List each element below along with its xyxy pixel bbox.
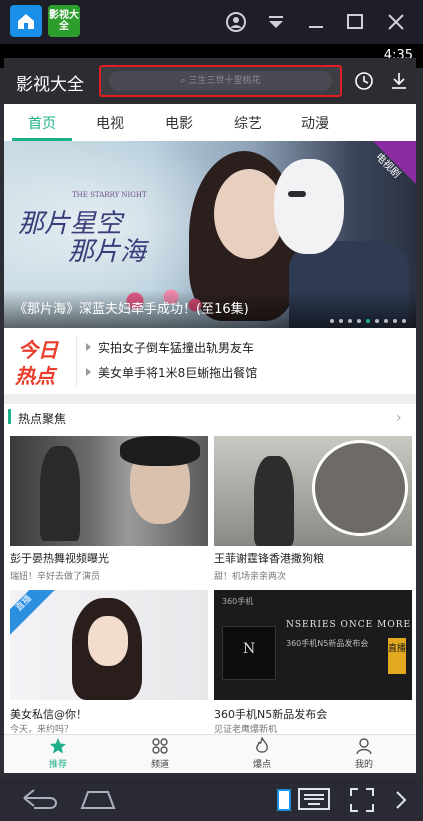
carousel-dot[interactable]: [384, 319, 388, 323]
search-bar[interactable]: ⌕ 三生三世十里桃花: [99, 65, 342, 97]
card-title[interactable]: 王菲谢霆锋香港撒狗粮: [214, 550, 324, 566]
video-thumbnail[interactable]: 360手机 N NSERIES ONCE MORE 360手机N5新品发布会 直…: [214, 590, 412, 700]
news-item[interactable]: 美女单手将1米8巨蜥拖出餐馆: [98, 364, 257, 381]
app-title: 影视大全: [16, 75, 84, 95]
search-placeholder: 三生三世十里桃花: [188, 76, 261, 86]
card-title[interactable]: 360手机N5新品发布会: [214, 706, 327, 722]
dropdown-icon[interactable]: [264, 10, 288, 34]
emulator-home-button[interactable]: [10, 5, 42, 37]
news-bullet-icon: [86, 343, 91, 351]
hot-news-panel: [4, 328, 416, 394]
close-icon[interactable]: [384, 10, 408, 34]
clock-icon[interactable]: [354, 71, 374, 91]
video-thumbnail[interactable]: [214, 436, 412, 546]
chevron-right-icon[interactable]: ›: [396, 410, 402, 426]
emulator-app-tab[interactable]: 影视大全: [48, 5, 80, 37]
carousel-dot-active[interactable]: [366, 319, 370, 323]
carousel-dot[interactable]: [375, 319, 379, 323]
card-subtitle: 甜！机场亲亲两次: [214, 572, 287, 582]
emulator-title-bar: 影视大全: [0, 0, 423, 44]
woman-face: [88, 616, 128, 666]
card-title[interactable]: 美女私信@你！: [10, 706, 87, 722]
tab-tv[interactable]: 电视: [96, 113, 124, 133]
minimize-icon[interactable]: [304, 10, 328, 34]
nav-item-channel[interactable]: 频道: [140, 737, 180, 771]
hot-news-logo-line1: 今日: [18, 338, 58, 362]
poster-subline: 360手机N5新品发布会: [286, 639, 369, 648]
grid-icon: [152, 738, 168, 754]
nav-item-trending[interactable]: 爆点: [242, 737, 282, 771]
video-thumbnail[interactable]: [10, 436, 208, 546]
poster-headline: NSERIES ONCE MORE: [286, 620, 412, 630]
card-subtitle: 瑞妞！辛好去做了演员: [10, 572, 101, 582]
banner-actor-mask: [274, 159, 344, 254]
carousel-dot[interactable]: [348, 319, 352, 323]
news-bullet-icon: [86, 368, 91, 376]
user-icon: [356, 738, 372, 755]
news-item[interactable]: 实拍女子倒车猛撞出轨男友车: [98, 339, 254, 356]
star-icon: [50, 738, 66, 754]
flame-icon: [256, 737, 268, 753]
tab-home[interactable]: 首页: [28, 113, 56, 133]
search-input[interactable]: ⌕ 三生三世十里桃花: [109, 71, 332, 91]
banner-caption[interactable]: 《那片海》深蓝夫妇牵手成功！(至16集): [14, 298, 249, 317]
keyboard-icon[interactable]: [298, 788, 330, 810]
android-nav-bar: [0, 778, 423, 821]
tab-variety[interactable]: 综艺: [234, 113, 262, 133]
section-separator: [4, 394, 416, 404]
live-ribbon: [10, 590, 59, 637]
maximize-icon[interactable]: [343, 10, 367, 34]
account-icon[interactable]: [224, 10, 248, 34]
banner-title-en: THE STARRY NIGHT: [72, 191, 147, 199]
chevron-right-icon[interactable]: [394, 789, 408, 811]
app-header: 影视大全 ⌕ 三生三世十里桃花: [4, 58, 416, 104]
phone-rotate-icon[interactable]: [276, 788, 292, 812]
carousel-dot[interactable]: [393, 319, 397, 323]
carousel-dot[interactable]: [402, 319, 406, 323]
actor-hair: [120, 436, 200, 466]
fullscreen-icon[interactable]: [348, 786, 376, 814]
banner-mask-eye: [288, 191, 306, 197]
app-tab-label: 影视大全: [49, 10, 79, 32]
hot-news-logo-line2: 热点: [15, 364, 55, 388]
carousel-dot[interactable]: [339, 319, 343, 323]
download-icon[interactable]: [389, 71, 409, 91]
nav-item-recommend[interactable]: 推荐: [38, 737, 78, 771]
live-badge: 直播: [388, 638, 406, 674]
hot-news-divider: [76, 336, 77, 386]
inset-circle-photo: [312, 440, 408, 536]
home-icon: [18, 14, 34, 29]
person-figure: [254, 456, 294, 546]
n-logo: N: [243, 641, 256, 657]
section-title: 热点聚焦: [18, 412, 67, 426]
carousel-dot[interactable]: [330, 319, 334, 323]
video-thumbnail[interactable]: 直播: [10, 590, 208, 700]
tab-movie[interactable]: 电影: [165, 113, 193, 133]
back-icon[interactable]: [20, 786, 62, 812]
nav-label: 我的: [354, 760, 373, 770]
dancer-figure: [40, 446, 80, 541]
home-nav-icon[interactable]: [78, 786, 118, 812]
category-tabs: 首页 电视 电影 综艺 动漫: [4, 104, 416, 142]
nav-label: 频道: [150, 760, 169, 770]
poster-brand: 360手机: [222, 597, 254, 606]
nav-item-mine[interactable]: 我的: [344, 737, 384, 771]
banner-title-line2: 那片海: [68, 237, 147, 267]
nav-label: 推荐: [48, 760, 67, 770]
nav-label: 爆点: [252, 760, 271, 770]
carousel-dot[interactable]: [357, 319, 361, 323]
tab-anime[interactable]: 动漫: [301, 113, 329, 133]
card-title[interactable]: 彭于晏热舞视频曝光: [10, 550, 109, 566]
section-accent-bar: [8, 409, 11, 424]
phone-product-box: N: [222, 626, 276, 680]
